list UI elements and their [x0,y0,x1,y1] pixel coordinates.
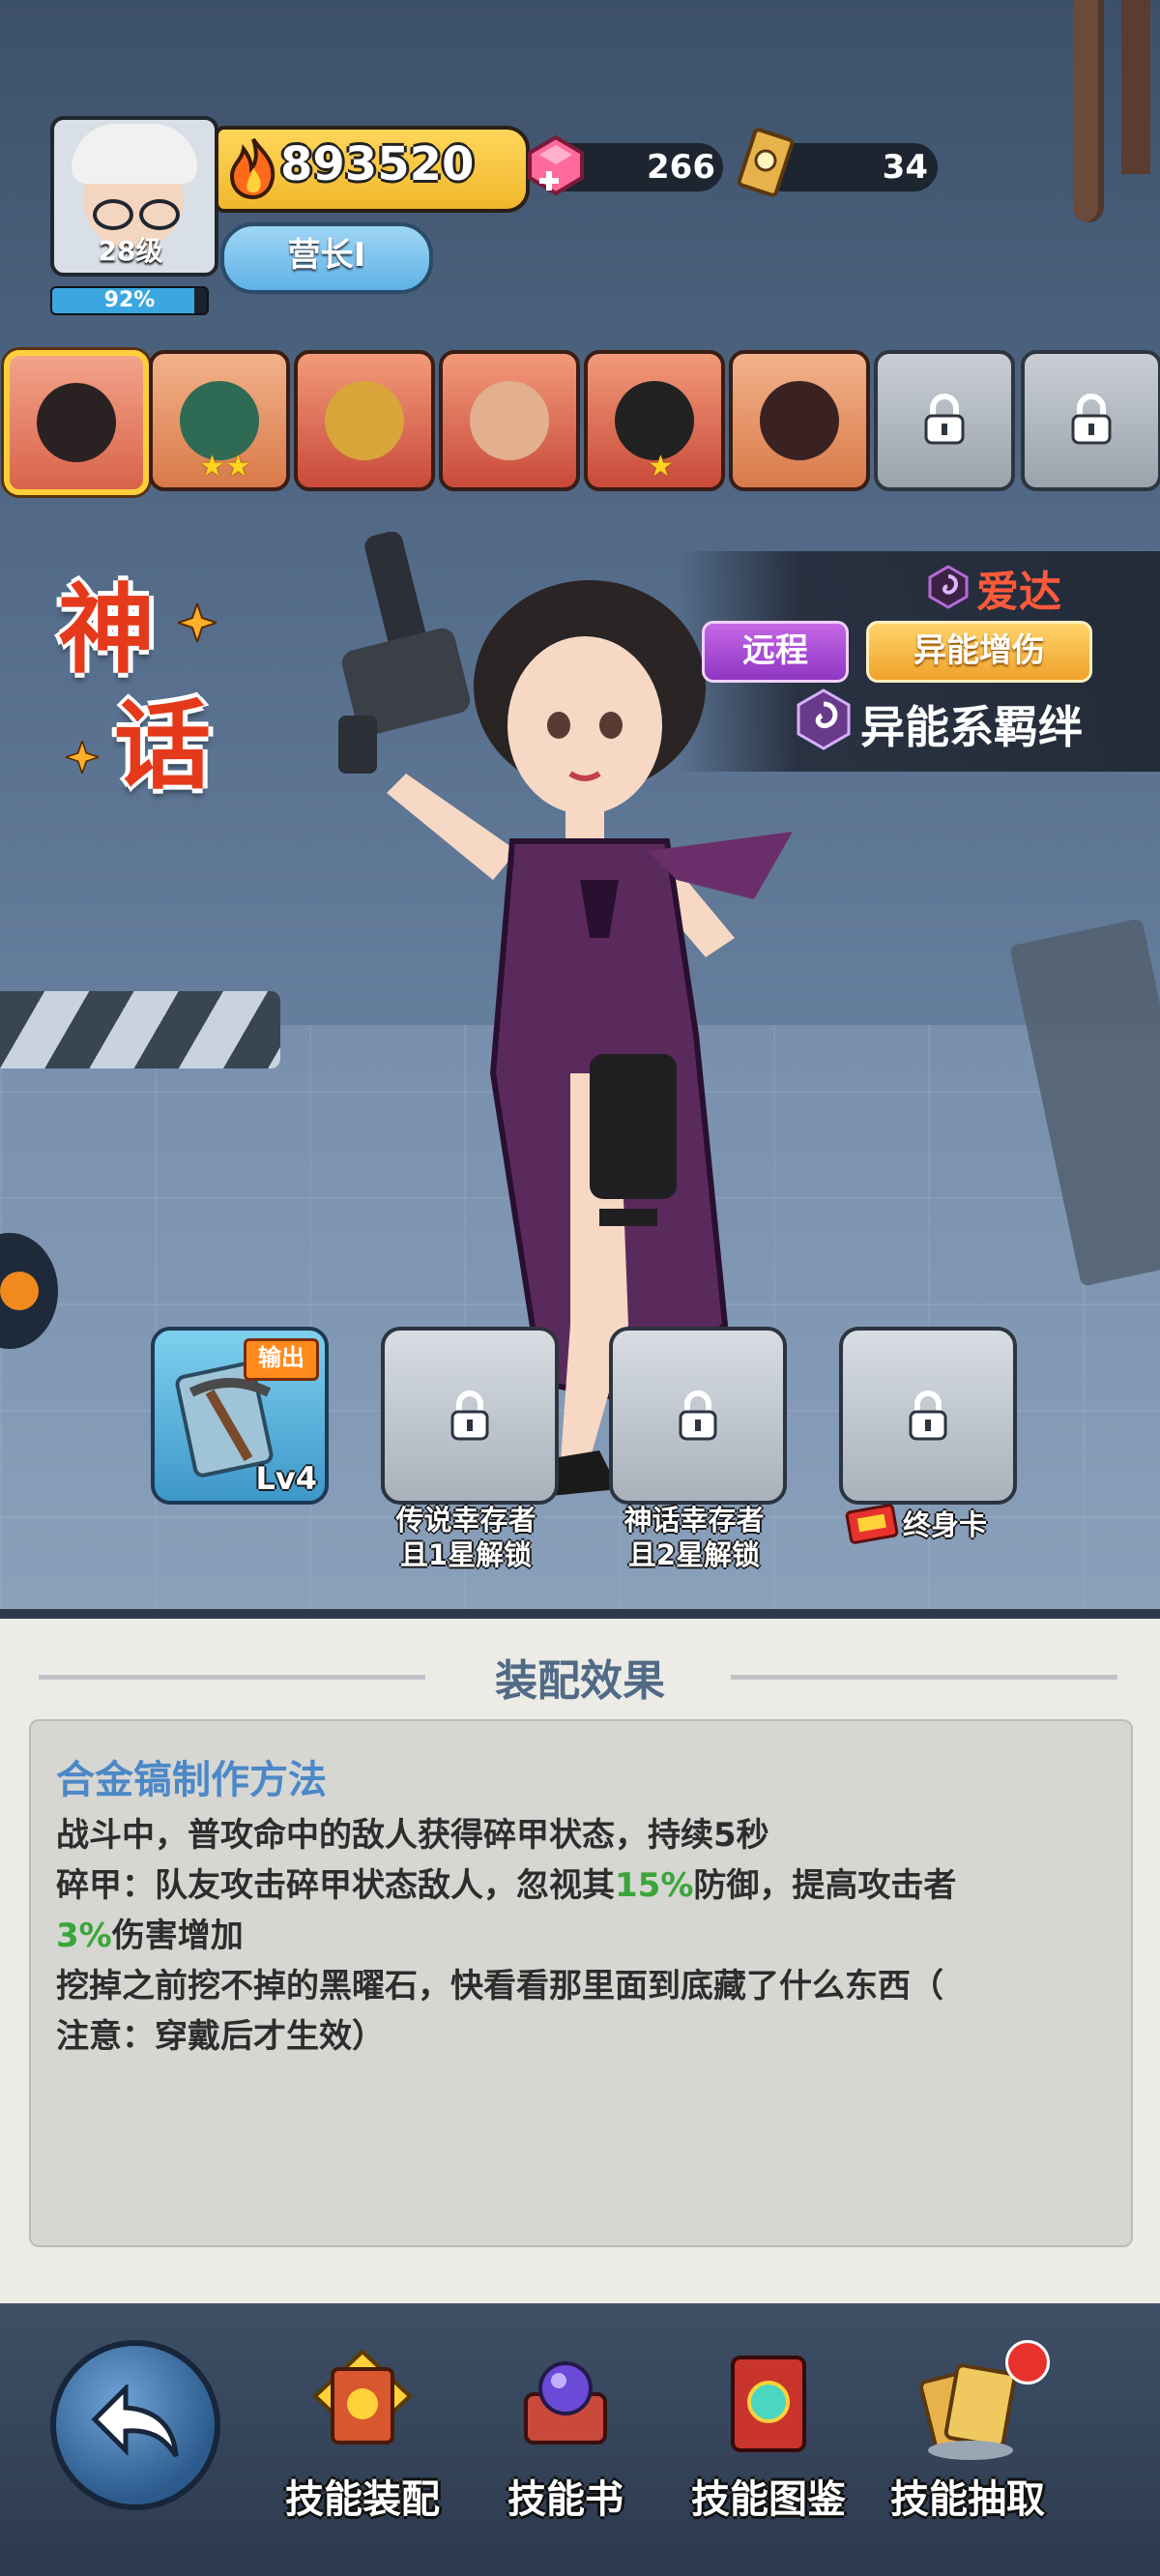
effect-line-2: 碎甲：队友攻击碎甲状态敌人，忽视其15%防御，提高攻击者 [56,1859,1110,1909]
equip-slot-locked-lifetime[interactable] [839,1327,1017,1505]
hero-slot-bun-girl[interactable] [729,350,870,491]
combat-power: 893520 [215,126,530,213]
hero-portrait [325,381,404,460]
skill-codex-icon [731,2356,806,2452]
nav-label: 技能图鉴 [691,2477,846,2522]
lock-icon [450,1390,489,1441]
ability-faction-icon [928,565,969,609]
panel-divider [0,1609,1160,1619]
nav-label: 技能装配 [285,2477,440,2522]
tag-ranged: 远程 [702,621,849,683]
star-rating: ★ [648,450,674,483]
nav-skill-equip[interactable]: 技能装配 [271,2330,454,2524]
lifetime-card-label: 终身卡 [903,1508,988,1541]
equip-slot-pickaxe-book[interactable]: 输出 Lv4 [151,1327,329,1505]
rarity-badge: 神 话 [58,551,242,803]
nav-skill-codex[interactable]: 技能图鉴 [677,2330,860,2524]
hero-name: 爱达 [976,568,1061,617]
effect-line-5: 注意：穿戴后才生效） [56,2017,385,2056]
back-button[interactable] [50,2340,220,2510]
bond-icon[interactable] [793,688,855,750]
pipe-decoration [1121,0,1150,174]
equip-slot-locked-legend[interactable] [381,1327,559,1505]
effect-line-1: 战斗中，普攻命中的敌人获得碎甲状态，持续5秒 [56,1816,769,1855]
equip-slot-locked-myth[interactable] [609,1327,787,1505]
unlock-line: 且1星解锁 [399,1538,533,1571]
nav-label: 技能抽取 [890,2477,1045,2522]
bond-label[interactable]: 异能系羁绊 [860,692,1150,753]
locked-hero-slot[interactable] [874,350,1015,491]
skill-name: 合金镐制作方法 [56,1758,327,1802]
nav-label: 技能书 [508,2477,624,2522]
unlock-line: 传说幸存者 [395,1504,536,1537]
hero-slot-sunglasses-man[interactable] [439,350,580,491]
notification-dot [1005,2340,1050,2385]
lock-icon [1071,394,1112,445]
lock-icon [924,394,965,445]
unlock-line: 且2星解锁 [627,1538,761,1571]
unlock-requirement-myth: 神话幸存者 且2星解锁 [578,1503,810,1580]
locked-hero-slot[interactable] [1021,350,1160,491]
star-rating: ★★ [199,450,251,483]
output-badge: 输出 [244,1338,319,1381]
back-arrow-icon [91,2385,179,2458]
skill-equip-icon [312,2349,413,2444]
rarity-char-2: 话 [114,689,211,803]
striped-barrier [0,991,280,1068]
lifetime-card-icon [845,1504,899,1544]
ticket-icon [737,128,795,197]
exp-bar: 92% [50,286,209,315]
rank-badge[interactable]: 营长Ⅰ [220,222,433,294]
effect-text: 碎甲：队友攻击碎甲状态敌人，忽视其 [56,1866,615,1905]
hero-portrait [760,381,839,460]
hero-slot-golden-monk[interactable] [294,350,435,491]
pipe-decoration [1073,0,1104,222]
divider-line [39,1675,425,1680]
panel-title: 装配效果 [495,1656,665,1706]
exp-percent: 92% [103,288,156,312]
lock-icon [909,1390,947,1441]
hero-portrait [615,381,694,460]
hero-portrait [37,383,116,462]
sparkle-icon [66,741,99,774]
hero-portrait [180,381,259,460]
effect-highlight: 3% [56,1917,112,1955]
tag-ability-damage: 异能增伤 [866,621,1092,683]
unlock-requirement-legend: 传说幸存者 且1星解锁 [350,1503,582,1580]
hero-slot-ada[interactable] [4,350,149,495]
divider-line [731,1675,1117,1680]
skill-book-icon [524,2361,607,2444]
gem-count: 266 [647,148,715,187]
hero-slot-green-hair[interactable]: ★★ [149,350,290,491]
player-level: 28级 [98,235,163,267]
flame-icon [229,137,276,199]
combat-power-value: 893520 [280,137,475,191]
hero-portrait [470,381,549,460]
effect-text: 伤害增加 [111,1917,244,1955]
effect-line-3: 3%伤害增加 [56,1909,1110,1959]
gem-icon [528,134,584,196]
lock-icon [679,1390,717,1441]
effect-line-4: 挖掉之前挖不掉的黑曜石，快看看那里面到底藏了什么东西（ [56,1967,943,2005]
effect-highlight: 15% [615,1866,694,1905]
hero-slot-twin-tails[interactable]: ★ [584,350,725,491]
effect-text: 防御，提高攻击者 [693,1866,957,1905]
ticket-count: 34 [882,148,928,187]
unlock-line: 神话幸存者 [624,1504,765,1537]
nav-skill-book[interactable]: 技能书 [474,2330,657,2524]
sparkle-icon [178,603,217,642]
equip-level: Lv4 [255,1460,317,1497]
